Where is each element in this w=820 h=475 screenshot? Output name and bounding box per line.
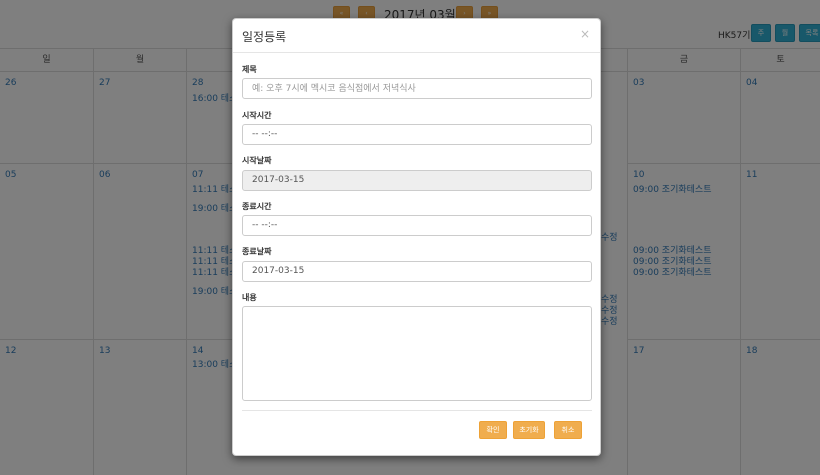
start-time-input[interactable]: -- --:-- [242,124,592,145]
start-date-label: 시작날짜 [242,156,272,165]
title-input[interactable] [242,78,592,99]
end-date-input[interactable]: 2017-03-15 [242,261,592,282]
content-label: 내용 [242,293,257,302]
modal-title: 일정등록 [242,30,287,44]
end-date-label: 종료날짜 [242,247,272,256]
confirm-button[interactable]: 확인 [479,421,507,439]
modal-footer-divider [242,410,592,411]
end-time-input[interactable]: -- --:-- [242,215,592,236]
content-textarea[interactable] [242,306,592,401]
end-time-label: 종료시간 [242,202,272,211]
schedule-register-modal: 일정등록 × 제목 시작시간 -- --:-- 시작날짜 2017-03-15 … [232,18,601,456]
close-icon[interactable]: × [580,28,590,40]
modal-header: 일정등록 × [233,19,600,53]
cancel-button[interactable]: 취소 [554,421,582,439]
start-date-input: 2017-03-15 [242,170,592,191]
start-time-label: 시작시간 [242,111,272,120]
title-label: 제목 [242,65,257,74]
reset-button[interactable]: 초기화 [513,421,545,439]
